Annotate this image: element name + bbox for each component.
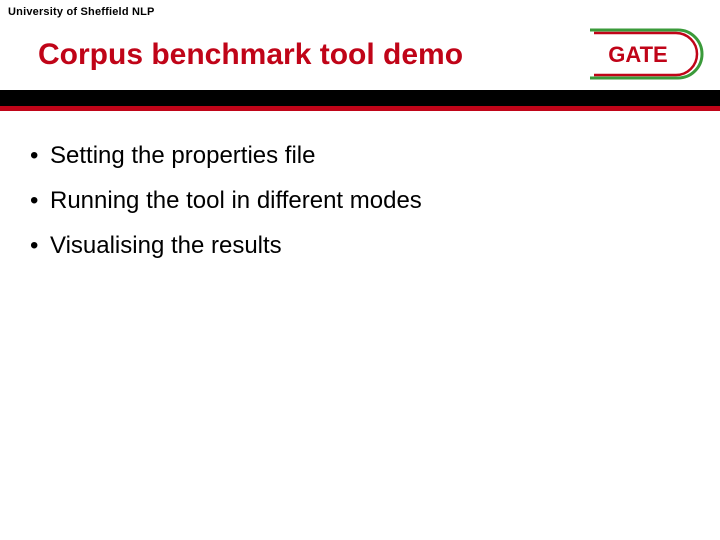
slide-title: Corpus benchmark tool demo xyxy=(38,38,463,72)
bullet-icon: • xyxy=(30,189,50,213)
list-item: • Visualising the results xyxy=(30,230,690,261)
list-item: • Setting the properties file xyxy=(30,140,690,171)
gate-logo-text: GATE xyxy=(608,42,667,67)
bullet-text: Setting the properties file xyxy=(50,140,316,171)
bullet-text: Running the tool in different modes xyxy=(50,185,422,216)
bullet-list: • Setting the properties file • Running … xyxy=(30,140,690,276)
bullet-icon: • xyxy=(30,144,50,168)
list-item: • Running the tool in different modes xyxy=(30,185,690,216)
gate-logo: GATE xyxy=(588,28,706,80)
header-rule-dark xyxy=(0,90,720,106)
affiliation-text: University of Sheffield NLP xyxy=(8,6,155,18)
bullet-icon: • xyxy=(30,234,50,258)
header-rule-red xyxy=(0,106,720,111)
bullet-text: Visualising the results xyxy=(50,230,282,261)
